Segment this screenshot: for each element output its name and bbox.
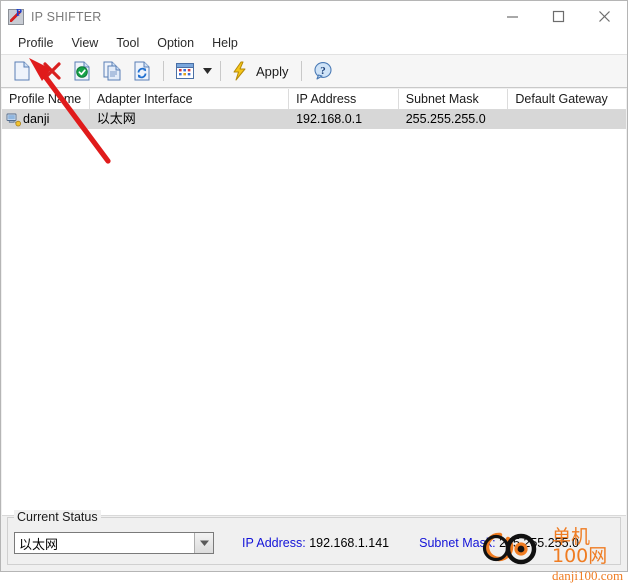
status-ip-address-label: IP Address: xyxy=(242,536,306,550)
status-subnet-mask-value: 255.255.255.0 xyxy=(499,536,580,550)
profile-list[interactable]: Profile Name Adapter Interface IP Addres… xyxy=(2,89,626,516)
status-subnet-mask: Subnet Mask: 255.255.255.0 xyxy=(419,536,579,550)
menu-item-option[interactable]: Option xyxy=(148,34,203,52)
chevron-down-icon xyxy=(199,540,209,546)
network-profile-icon xyxy=(6,113,21,126)
cell-adapter-interface: 以太网 xyxy=(96,112,136,127)
close-icon[interactable] xyxy=(581,1,627,32)
adapter-select[interactable]: 以太网 xyxy=(14,532,214,554)
view-mode-button[interactable] xyxy=(170,57,200,85)
document-copy-icon xyxy=(103,61,121,81)
menu-bar: Profile View Tool Option Help xyxy=(1,32,627,54)
cell-profile-name-text: danji xyxy=(23,112,50,126)
app-icon xyxy=(8,8,24,25)
menu-item-help[interactable]: Help xyxy=(203,34,247,52)
column-header-default-gateway[interactable]: Default Gateway xyxy=(508,89,626,109)
menu-item-profile[interactable]: Profile xyxy=(9,34,62,52)
adapter-select-toggle[interactable] xyxy=(194,533,213,553)
column-header-profile-name[interactable]: Profile Name xyxy=(2,89,90,109)
apply-button-label: Apply xyxy=(256,63,289,79)
copy-profile-button[interactable] xyxy=(97,57,127,85)
window-controls xyxy=(489,1,627,32)
table-row[interactable]: danji 以太网 192.168.0.1 255.255.255.0 xyxy=(2,110,626,129)
title-bar: IP SHIFTER xyxy=(1,1,627,32)
maximize-icon[interactable] xyxy=(535,1,581,32)
column-header-adapter-interface[interactable]: Adapter Interface xyxy=(90,89,290,109)
chevron-down-icon xyxy=(202,68,212,74)
status-ip-address-value: 192.168.1.141 xyxy=(309,536,390,550)
new-profile-button[interactable] xyxy=(7,57,37,85)
column-header-subnet-mask[interactable]: Subnet Mask xyxy=(399,89,509,109)
document-check-icon xyxy=(74,61,90,81)
status-subnet-mask-label: Subnet Mask: xyxy=(419,536,496,550)
toolbar-separator xyxy=(300,61,302,81)
toolbar-separator xyxy=(163,61,164,81)
minimize-icon[interactable] xyxy=(489,1,535,32)
refresh-profile-button[interactable] xyxy=(127,57,157,85)
window-title: IP SHIFTER xyxy=(31,9,102,24)
status-ip-address: IP Address: 192.168.1.141 xyxy=(242,536,389,550)
menu-item-view[interactable]: View xyxy=(62,34,107,52)
list-header: Profile Name Adapter Interface IP Addres… xyxy=(2,89,626,110)
red-x-icon xyxy=(43,62,61,80)
current-status-label: Current Status xyxy=(14,510,101,524)
column-header-ip-address[interactable]: IP Address xyxy=(289,89,399,109)
grid-view-icon xyxy=(176,63,194,79)
adapter-select-value: 以太网 xyxy=(19,537,59,553)
document-refresh-icon xyxy=(134,61,150,81)
app-window: IP SHIFTER Profile View Tool Option Help xyxy=(0,0,628,582)
apply-profile-button[interactable] xyxy=(67,57,97,85)
cell-subnet-mask: 255.255.255.0 xyxy=(405,112,486,126)
lightning-bolt-icon xyxy=(233,61,246,81)
toolbar-separator xyxy=(220,61,221,81)
current-status-group: Current Status 以太网 IP Address: 192.168.1… xyxy=(7,510,621,565)
apply-button[interactable]: Apply xyxy=(227,58,295,84)
cell-profile-name: danji xyxy=(2,110,90,129)
help-button[interactable]: ? xyxy=(308,57,338,85)
delete-profile-button[interactable] xyxy=(37,57,67,85)
menu-item-tool[interactable]: Tool xyxy=(107,34,148,52)
new-document-icon xyxy=(14,61,30,81)
view-mode-dropdown[interactable] xyxy=(200,57,214,85)
svg-text:?: ? xyxy=(320,65,326,77)
toolbar: Apply ? xyxy=(1,54,627,88)
cell-ip-address: 192.168.0.1 xyxy=(296,112,363,126)
question-help-icon: ? xyxy=(313,62,332,80)
watermark-en-text: danji100.com xyxy=(552,568,624,583)
